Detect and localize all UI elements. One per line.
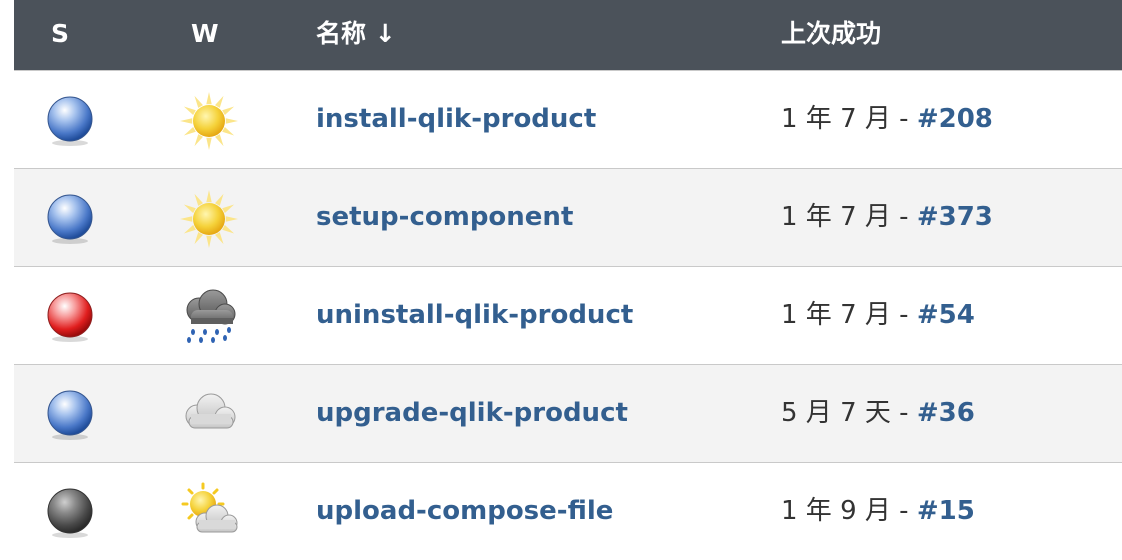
last-success-cell: 1 年 7 月 - #54 bbox=[781, 267, 975, 364]
separator: - bbox=[899, 300, 909, 330]
weather-sunny-icon[interactable] bbox=[177, 90, 241, 152]
job-name-link[interactable]: setup-component bbox=[316, 169, 573, 266]
build-number-link[interactable]: #208 bbox=[917, 104, 993, 134]
table-row: upload-compose-file 1 年 9 月 - #15 bbox=[14, 462, 1122, 560]
jobs-table: S W 名称 ↓ 上次成功 install-qlik-product 1 年 7… bbox=[14, 0, 1122, 560]
weather-column-header[interactable]: W bbox=[191, 0, 219, 68]
last-success-time: 1 年 7 月 bbox=[781, 104, 891, 134]
weather-sunny-icon[interactable] bbox=[177, 188, 241, 250]
table-row: upgrade-qlik-product 5 月 7 天 - #36 bbox=[14, 364, 1122, 462]
job-name-link[interactable]: install-qlik-product bbox=[316, 71, 596, 168]
name-column-header[interactable]: 名称 ↓ bbox=[316, 0, 396, 68]
job-name-link[interactable]: uninstall-qlik-product bbox=[316, 267, 633, 364]
weather-cloudy-icon[interactable] bbox=[177, 384, 241, 446]
status-red-ball-icon bbox=[46, 291, 94, 343]
table-header: S W 名称 ↓ 上次成功 bbox=[14, 0, 1122, 70]
separator: - bbox=[899, 496, 909, 526]
last-success-time: 1 年 7 月 bbox=[781, 300, 891, 330]
status-blue-ball-icon bbox=[46, 193, 94, 245]
build-number-link[interactable]: #15 bbox=[917, 496, 975, 526]
last-success-column-header[interactable]: 上次成功 bbox=[781, 0, 881, 68]
last-success-time: 1 年 7 月 bbox=[781, 202, 891, 232]
last-success-cell: 1 年 7 月 - #373 bbox=[781, 169, 993, 266]
job-name-link[interactable]: upload-compose-file bbox=[316, 463, 613, 560]
last-success-time: 1 年 9 月 bbox=[781, 496, 891, 526]
build-number-link[interactable]: #54 bbox=[917, 300, 975, 330]
separator: - bbox=[899, 398, 909, 428]
status-column-header[interactable]: S bbox=[51, 0, 69, 68]
build-number-link[interactable]: #373 bbox=[917, 202, 993, 232]
weather-partly-cloudy-icon[interactable] bbox=[177, 482, 241, 544]
table-row: install-qlik-product 1 年 7 月 - #208 bbox=[14, 70, 1122, 168]
table-row: setup-component 1 年 7 月 - #373 bbox=[14, 168, 1122, 266]
last-success-cell: 1 年 9 月 - #15 bbox=[781, 463, 975, 560]
build-number-link[interactable]: #36 bbox=[917, 398, 975, 428]
job-name-link[interactable]: upgrade-qlik-product bbox=[316, 365, 628, 462]
status-blue-ball-icon bbox=[46, 95, 94, 147]
table-row: uninstall-qlik-product 1 年 7 月 - #54 bbox=[14, 266, 1122, 364]
status-blue-ball-icon bbox=[46, 389, 94, 441]
last-success-cell: 5 月 7 天 - #36 bbox=[781, 365, 975, 462]
last-success-time: 5 月 7 天 bbox=[781, 398, 891, 428]
separator: - bbox=[899, 104, 909, 134]
status-grey-ball-icon bbox=[46, 487, 94, 539]
weather-storm-icon[interactable] bbox=[177, 286, 241, 348]
last-success-cell: 1 年 7 月 - #208 bbox=[781, 71, 993, 168]
separator: - bbox=[899, 202, 909, 232]
